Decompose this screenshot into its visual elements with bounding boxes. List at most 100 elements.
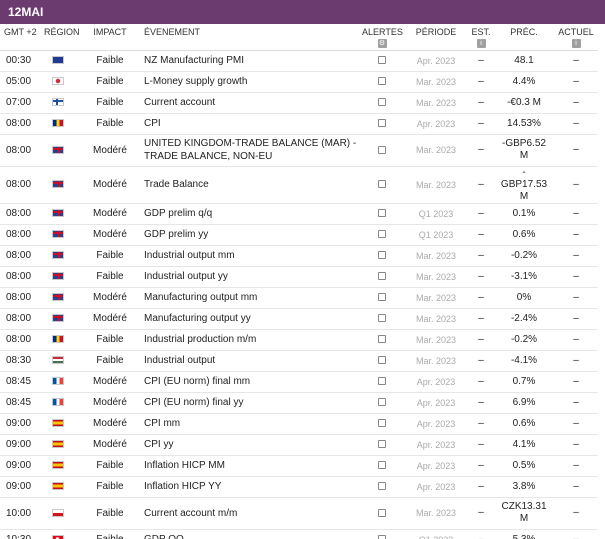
event-actual: – — [554, 392, 598, 414]
alert-checkbox[interactable] — [378, 377, 386, 386]
event-time: 00:30 — [0, 50, 42, 72]
event-title[interactable]: CPI — [138, 113, 360, 135]
table-row[interactable]: 08:45 Modéré CPI (EU norm) final yy Apr.… — [0, 392, 598, 414]
alert-checkbox[interactable] — [378, 314, 386, 323]
table-row[interactable]: 08:00 Modéré Trade Balance Mar. 2023 – -… — [0, 166, 598, 204]
table-row[interactable]: 08:00 Faible Industrial output mm Mar. 2… — [0, 245, 598, 267]
alert-checkbox[interactable] — [378, 230, 386, 239]
alert-checkbox[interactable] — [378, 356, 386, 365]
event-alert — [360, 413, 404, 435]
event-title[interactable]: NZ Manufacturing PMI — [138, 50, 360, 72]
alert-checkbox[interactable] — [378, 398, 386, 407]
event-title[interactable]: UNITED KINGDOM-TRADE BALANCE (MAR) - TRA… — [138, 134, 360, 167]
event-title[interactable]: Trade Balance — [138, 166, 360, 204]
alert-checkbox[interactable] — [378, 419, 386, 428]
table-row[interactable]: 08:00 Modéré Manufacturing output yy Mar… — [0, 308, 598, 330]
table-row[interactable]: 08:00 Modéré GDP prelim q/q Q1 2023 – 0.… — [0, 203, 598, 225]
event-title[interactable]: Inflation HICP YY — [138, 476, 360, 498]
table-row[interactable]: 09:00 Modéré CPI yy Apr. 2023 – 4.1% – — [0, 434, 598, 456]
event-title[interactable]: Current account m/m — [138, 497, 360, 530]
event-title[interactable]: CPI (EU norm) final mm — [138, 371, 360, 393]
table-row[interactable]: 08:00 Faible Industrial production m/m M… — [0, 329, 598, 351]
event-alert — [360, 497, 404, 530]
alert-checkbox[interactable] — [378, 461, 386, 470]
event-title[interactable]: Industrial output yy — [138, 266, 360, 288]
settings-icon[interactable]: ⚙ — [377, 39, 387, 48]
event-title[interactable]: Industrial production m/m — [138, 329, 360, 351]
event-impact: Modéré — [82, 287, 138, 309]
alert-checkbox[interactable] — [378, 508, 386, 517]
event-title[interactable]: Industrial output — [138, 350, 360, 372]
table-row[interactable]: 07:00 Faible Current account Mar. 2023 –… — [0, 92, 598, 114]
event-title[interactable]: CPI (EU norm) final yy — [138, 392, 360, 414]
event-time: 08:45 — [0, 371, 42, 393]
event-title[interactable]: GDP prelim yy — [138, 224, 360, 246]
col-actual-label: ACTUEL — [558, 27, 594, 37]
info-icon[interactable]: i — [476, 39, 486, 48]
alert-checkbox[interactable] — [378, 180, 386, 189]
alert-checkbox[interactable] — [378, 251, 386, 260]
fr-flag-icon — [52, 377, 64, 386]
event-impact: Modéré — [82, 392, 138, 414]
event-impact: Faible — [82, 497, 138, 530]
event-title[interactable]: CPI mm — [138, 413, 360, 435]
event-estimate: – — [468, 134, 494, 167]
alert-checkbox[interactable] — [378, 119, 386, 128]
event-impact: Modéré — [82, 371, 138, 393]
event-impact: Faible — [82, 71, 138, 93]
event-period: Mar. 2023 — [404, 350, 468, 372]
table-row[interactable]: 09:00 Faible Inflation HICP MM Apr. 2023… — [0, 455, 598, 477]
col-alerts: ALERTES ⚙ — [360, 24, 404, 51]
es-flag-icon — [52, 482, 64, 491]
event-title[interactable]: L-Money supply growth — [138, 71, 360, 93]
event-region — [42, 266, 82, 288]
event-region — [42, 50, 82, 72]
table-row[interactable]: 08:00 Faible CPI Apr. 2023 – 14.53% – — [0, 113, 598, 135]
event-estimate: – — [468, 166, 494, 204]
alert-checkbox[interactable] — [378, 535, 386, 539]
event-title[interactable]: Current account — [138, 92, 360, 114]
table-row[interactable]: 08:45 Modéré CPI (EU norm) final mm Apr.… — [0, 371, 598, 393]
event-title[interactable]: GDP QQ — [138, 529, 360, 539]
event-title[interactable]: GDP prelim q/q — [138, 203, 360, 225]
tr-flag-icon — [52, 535, 64, 539]
table-row[interactable]: 08:00 Modéré GDP prelim yy Q1 2023 – 0.6… — [0, 224, 598, 246]
event-alert — [360, 134, 404, 167]
event-title[interactable]: Inflation HICP MM — [138, 455, 360, 477]
event-period: Apr. 2023 — [404, 476, 468, 498]
event-alert — [360, 434, 404, 456]
alert-checkbox[interactable] — [378, 98, 386, 107]
table-row[interactable]: 08:00 Faible Industrial output yy Mar. 2… — [0, 266, 598, 288]
table-row[interactable]: 05:00 Faible L-Money supply growth Mar. … — [0, 71, 598, 93]
event-title[interactable]: CPI yy — [138, 434, 360, 456]
table-row[interactable]: 10:30 Faible GDP QQ Q1 2023 – 5.3% – — [0, 529, 598, 539]
event-estimate: – — [468, 287, 494, 309]
table-row[interactable]: 09:00 Faible Inflation HICP YY Apr. 2023… — [0, 476, 598, 498]
table-row[interactable]: 10:00 Faible Current account m/m Mar. 20… — [0, 497, 598, 530]
event-alert — [360, 203, 404, 225]
event-actual: – — [554, 50, 598, 72]
table-row[interactable]: 09:00 Modéré CPI mm Apr. 2023 – 0.6% – — [0, 413, 598, 435]
event-title[interactable]: Industrial output mm — [138, 245, 360, 267]
alert-checkbox[interactable] — [378, 209, 386, 218]
alert-checkbox[interactable] — [378, 272, 386, 281]
alert-checkbox[interactable] — [378, 482, 386, 491]
table-row[interactable]: 00:30 Faible NZ Manufacturing PMI Apr. 2… — [0, 50, 598, 72]
nz-flag-icon — [52, 56, 64, 65]
event-title[interactable]: Manufacturing output yy — [138, 308, 360, 330]
event-time: 07:00 — [0, 92, 42, 114]
table-row[interactable]: 08:00 Modéré UNITED KINGDOM-TRADE BALANC… — [0, 134, 598, 167]
alert-checkbox[interactable] — [378, 440, 386, 449]
table-row[interactable]: 08:30 Faible Industrial output Mar. 2023… — [0, 350, 598, 372]
event-title[interactable]: Manufacturing output mm — [138, 287, 360, 309]
event-previous: 4.4% — [494, 71, 554, 93]
table-row[interactable]: 08:00 Modéré Manufacturing output mm Mar… — [0, 287, 598, 309]
alert-checkbox[interactable] — [378, 293, 386, 302]
info-icon[interactable]: i — [571, 39, 581, 48]
alert-checkbox[interactable] — [378, 77, 386, 86]
col-est-label: EST. — [471, 27, 491, 37]
alert-checkbox[interactable] — [378, 335, 386, 344]
alert-checkbox[interactable] — [378, 56, 386, 65]
alert-checkbox[interactable] — [378, 145, 386, 154]
event-period: Mar. 2023 — [404, 287, 468, 309]
